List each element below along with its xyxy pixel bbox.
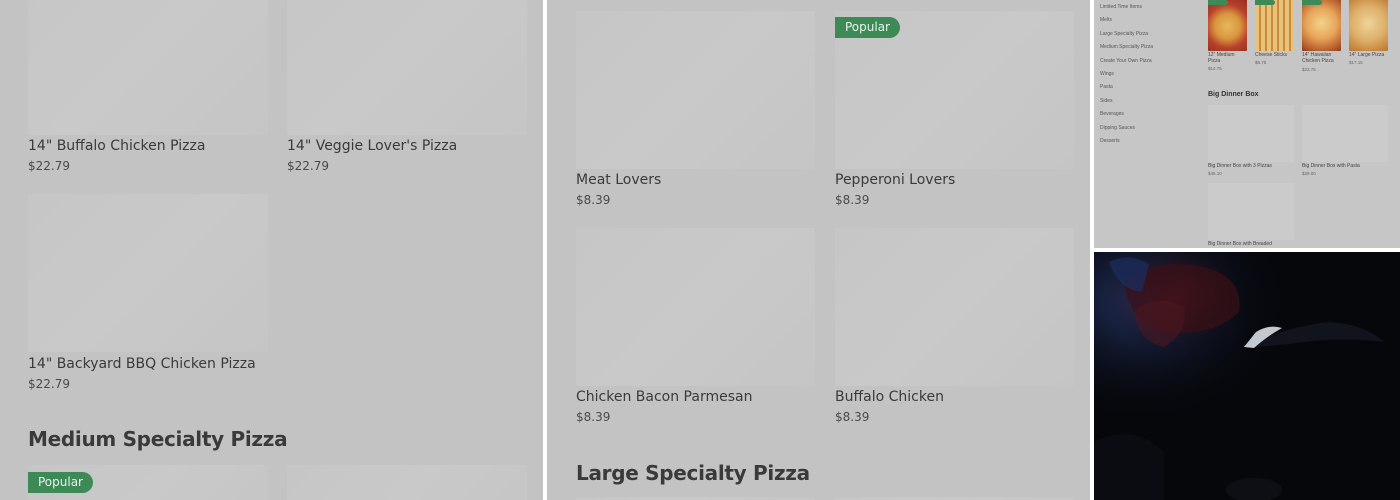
product-image[interactable] [1302,105,1388,162]
nav-item[interactable]: Create Your Own Pizza [1100,58,1152,64]
menu-item-price: $8.39 [576,193,611,207]
menu-panel-middle: Meat Lovers $8.39 Popular Pepperoni Love… [547,0,1090,500]
product-price: $8.75 [1255,60,1267,65]
menu-item-price: $22.79 [28,377,70,391]
product-price: $14.75 [1208,66,1222,71]
menu-item-price: $22.79 [28,159,70,173]
popular-badge [1255,0,1275,5]
menu-item-image [28,0,268,135]
nav-item[interactable]: Sides [1100,98,1113,104]
nav-item[interactable]: Dipping Sauces [1100,125,1135,131]
menu-item-name: Meat Lovers [576,172,662,188]
product-name: Big Dinner Box with Breaded [1208,241,1272,247]
popular-badge: Popular [28,472,93,493]
section-title: Medium Specialty Pizza [28,427,288,451]
nav-item[interactable]: Melts [1100,17,1112,23]
nav-item[interactable]: Limited Time Items [1100,4,1142,10]
menu-item-card[interactable]: Popular [28,465,268,500]
nav-item[interactable]: Pasta [1100,84,1113,90]
product-name: 14" Hawaiian Chicken Pizza [1302,52,1334,64]
product-image[interactable] [1349,0,1388,51]
nav-item[interactable]: Beverages [1100,111,1124,117]
product-price: $17.15 [1349,60,1363,65]
menu-item-image [835,228,1074,386]
menu-item-card[interactable]: 14" Veggie Lover's Pizza $22.79 [287,0,527,180]
menu-item-price: $8.39 [835,410,870,424]
product-price: $39.00 [1302,171,1316,176]
menu-item-price: $8.39 [576,410,611,424]
nav-item[interactable]: Medium Specialty Pizza [1100,44,1153,50]
menu-item-card[interactable]: Popular Pepperoni Lovers $8.39 [835,11,1074,211]
menu-panel-left: 14" Buffalo Chicken Pizza $22.79 14" Veg… [0,0,543,500]
product-image[interactable] [1302,0,1341,51]
menu-item-image [287,0,527,135]
section-title: Big Dinner Box [1208,91,1259,98]
nav-item[interactable]: Desserts [1100,138,1120,144]
menu-item-card[interactable]: Buffalo Chicken $8.39 [835,228,1074,428]
popular-badge [1208,0,1228,5]
product-image[interactable] [1255,0,1294,51]
menu-item-name: Pepperoni Lovers [835,172,956,188]
nav-item[interactable]: Large Specialty Pizza [1100,31,1148,37]
nav-item[interactable]: Wings [1100,71,1114,77]
menu-item-name: 14" Backyard BBQ Chicken Pizza [28,356,256,372]
product-name: 14" Large Pizza [1349,52,1385,58]
section-title: Large Specialty Pizza [576,461,810,485]
menu-item-image [287,465,527,500]
dark-photo-image [1094,252,1400,500]
menu-item-name: Chicken Bacon Parmesan [576,389,753,405]
menu-item-price: $22.79 [287,159,329,173]
menu-item-name: 14" Veggie Lover's Pizza [287,138,458,154]
product-name: Big Dinner Box with 3 Pizzas [1208,163,1272,169]
menu-item-name: 14" Buffalo Chicken Pizza [28,138,206,154]
menu-item-card[interactable]: 14" Buffalo Chicken Pizza $22.79 [28,0,268,180]
menu-item-card[interactable]: Meat Lovers $8.39 [576,11,815,211]
menu-item-image [28,194,268,352]
menu-item-image [576,11,815,169]
product-name: 12" Medium Pizza [1208,52,1235,64]
menu-item-card[interactable]: 14" Backyard BBQ Chicken Pizza $22.79 [28,194,268,394]
menu-item-name: Buffalo Chicken [835,389,944,405]
dark-photo [1094,252,1400,500]
menu-item-image [576,228,815,386]
product-name: Big Dinner Box with Pasta [1302,163,1360,169]
menu-item-card[interactable]: Chicken Bacon Parmesan $8.39 [576,228,815,428]
popular-badge [1302,0,1322,5]
menu-item-price: $8.39 [835,193,870,207]
product-name: Cheese Sticks [1255,52,1287,58]
menu-item-card[interactable] [287,465,527,500]
menu-page-thumbnail: Limited Time Items Melts Large Specialty… [1094,0,1400,248]
popular-badge: Popular [835,17,900,38]
product-price: $45.10 [1208,171,1222,176]
product-image[interactable] [1208,0,1247,51]
product-price: $22.75 [1302,67,1316,72]
product-image[interactable] [1208,105,1294,162]
product-image[interactable] [1208,183,1294,240]
